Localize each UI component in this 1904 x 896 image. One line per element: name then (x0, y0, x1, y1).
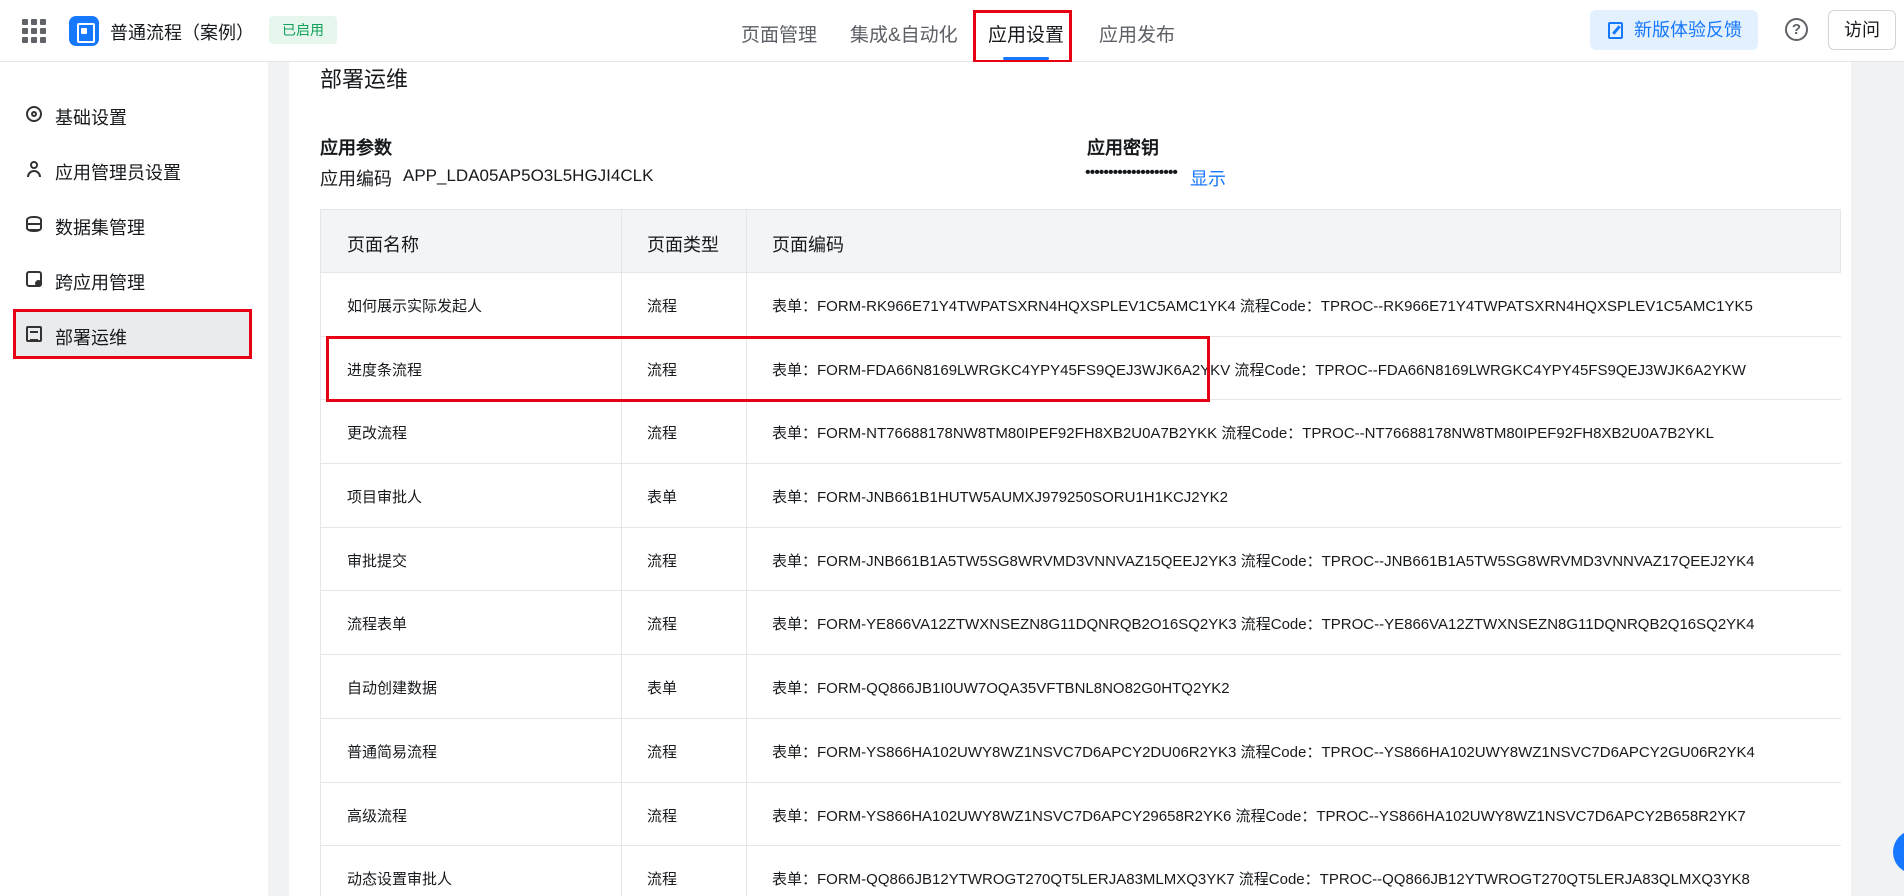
cell-page-code: 表单：FORM-NT76688178NW8TM80IPEF92FH8XB2U0A… (772, 425, 1715, 443)
tab-integration-automation[interactable]: 集成&自动化 (850, 20, 958, 47)
section-title: 部署运维 (320, 67, 409, 92)
cell-page-code: 表单：FORM-JNB661B1A5TW5SG8WRVMD3VNNVAZ15QE… (772, 552, 1755, 570)
cell-page-name: 更改流程 (347, 425, 408, 443)
scrollbar[interactable] (1883, 62, 1904, 896)
sidebar-item-label: 数据集管理 (55, 218, 145, 238)
cell-page-type: 表单 (647, 489, 678, 507)
cross-app-icon (26, 271, 42, 287)
cell-page-code: 表单：FORM-QQ866JB1I0UW7OQA35VFTBNL8NO82G0H… (772, 680, 1230, 698)
cell-page-type: 流程 (647, 871, 678, 889)
cell-page-type: 流程 (647, 552, 678, 570)
table-row: 如何展示实际发起人 流程 表单：FORM-RK966E71Y4TWPATSXRN4H… (320, 273, 1841, 337)
cell-page-name: 高级流程 (347, 807, 408, 825)
cell-page-name: 审批提交 (347, 552, 408, 570)
column-header-page-code: 页面编码 (772, 235, 844, 255)
feedback-button[interactable]: 新版体验反馈 (1590, 10, 1758, 50)
cell-page-type: 流程 (647, 298, 678, 315)
sidebar-item-dataset-management[interactable]: 数据集管理 (14, 201, 250, 247)
table-row: 流程表单 流程 表单：FORM-YE866VA12ZTWXNSEZN8G11DQNR… (320, 591, 1841, 656)
cell-page-name: 流程表单 (347, 616, 408, 634)
show-secret-link[interactable]: 显示 (1190, 165, 1226, 191)
column-header-page-name: 页面名称 (347, 235, 419, 255)
table-row: 审批提交 流程 表单：FORM-JNB661B1A5TW5SG8WRVMD3VNNV… (320, 527, 1841, 592)
column-header-page-type: 页面类型 (647, 235, 719, 255)
cell-page-name: 普通简易流程 (347, 743, 438, 761)
app-secret-mask: •••••••••••••••••••• (1085, 164, 1178, 181)
cell-page-name: 进度条流程 (347, 361, 423, 379)
app-params-label: 应用参数 (320, 138, 392, 158)
table-header: 页面名称 页面类型 页面编码 (320, 209, 1841, 273)
cell-page-type: 流程 (647, 361, 678, 379)
tab-app-settings[interactable]: 应用设置 (988, 20, 1064, 60)
table-row: 项目审批人 表单 表单：FORM-JNB661B1HUTW5AUMXJ979250S… (320, 464, 1841, 528)
table-body: 如何展示实际发起人 流程 表单：FORM-RK966E71Y4TWPATSXRN4H… (320, 273, 1841, 896)
cell-page-code: 表单：FORM-YS866HA102UWY8WZ1NSVC7D6APCY2DU0… (772, 743, 1755, 761)
page-table: 页面名称 页面类型 页面编码 如何展示实际发起人 流程 表单：FORM-RK966E… (320, 209, 1841, 896)
app-code-value: APP_LDA05AP5O3L5HGJI4CLK (403, 166, 654, 185)
deploy-icon (26, 326, 42, 342)
table-row: 进度条流程 流程 表单：FORM-FDA66N8169LWRGKC4YPY45FS9… (320, 336, 1841, 401)
app-grid-icon[interactable] (22, 19, 46, 43)
cell-page-type: 表单 (647, 680, 678, 698)
edit-icon (1608, 22, 1623, 39)
feedback-label: 新版体验反馈 (1634, 20, 1742, 40)
sidebar-item-admin-settings[interactable]: 应用管理员设置 (14, 146, 250, 192)
app-title: 普通流程（案例） (110, 23, 254, 43)
cell-page-type: 流程 (647, 616, 678, 634)
user-icon (26, 161, 42, 177)
status-badge: 已启用 (269, 16, 337, 44)
gear-icon (26, 106, 42, 122)
table-row: 高级流程 流程 表单：FORM-YS866HA102UWY8WZ1NSVC7D6AP… (320, 782, 1841, 847)
cell-page-type: 流程 (647, 425, 678, 443)
table-row: 自动创建数据 表单 表单：FORM-QQ866JB1I0UW7OQA35VFTBNL… (320, 655, 1841, 719)
cell-page-name: 自动创建数据 (347, 680, 438, 698)
cell-page-name: 如何展示实际发起人 (347, 298, 483, 315)
sidebar-item-cross-app-management[interactable]: 跨应用管理 (14, 256, 250, 302)
cell-page-code: 表单：FORM-YE866VA12ZTWXNSEZN8G11DQNRQB2O16… (772, 616, 1755, 634)
sidebar-item-label: 基础设置 (55, 108, 127, 128)
cell-page-name: 项目审批人 (347, 489, 423, 507)
app-logo-icon (69, 16, 99, 46)
cell-page-code: 表单：FORM-RK966E71Y4TWPATSXRN4HQXSPLEV1C5A… (772, 298, 1753, 315)
cell-page-type: 流程 (647, 743, 678, 761)
top-bar: 普通流程（案例） 已启用 页面管理 集成&自动化 应用设置 应用发布 新版体验反… (0, 0, 1904, 62)
cell-page-type: 流程 (647, 807, 678, 825)
sidebar-item-basic-settings[interactable]: 基础设置 (14, 91, 250, 137)
visit-button[interactable]: 访问 (1828, 10, 1896, 50)
cell-page-name: 动态设置审批人 (347, 871, 453, 889)
database-icon (26, 216, 42, 232)
cell-page-code: 表单：FORM-QQ866JB12YTWROGT270QT5LERJA83MLM… (772, 871, 1750, 889)
tab-app-publish[interactable]: 应用发布 (1099, 20, 1175, 47)
cell-page-code: 表单：FORM-FDA66N8169LWRGKC4YPY45FS9QEJ3WJK… (772, 361, 1746, 379)
sidebar-item-label: 跨应用管理 (55, 273, 145, 293)
app-code-label: 应用编码 (320, 169, 392, 189)
sidebar: 基础设置 应用管理员设置 数据集管理 跨应用管理 部署运维 (0, 62, 268, 896)
cell-page-code: 表单：FORM-YS866HA102UWY8WZ1NSVC7D6APCY2965… (772, 807, 1746, 825)
sidebar-item-deployment[interactable]: 部署运维 (14, 311, 250, 357)
help-icon[interactable]: ? (1785, 18, 1808, 41)
main-content: 部署运维 应用参数 应用编码 APP_LDA05AP5O3L5HGJI4CLK … (289, 62, 1851, 896)
sidebar-item-label: 应用管理员设置 (55, 163, 181, 183)
table-row: 更改流程 流程 表单：FORM-NT76688178NW8TM80IPEF92FH8… (320, 400, 1841, 465)
app-secret-label: 应用密钥 (1087, 138, 1159, 158)
table-row: 动态设置审批人 流程 表单：FORM-QQ866JB12YTWROGT270QT5L… (320, 846, 1841, 896)
tab-page-management[interactable]: 页面管理 (741, 20, 817, 47)
cell-page-code: 表单：FORM-JNB661B1HUTW5AUMXJ979250SORU1H1K… (772, 489, 1228, 507)
table-row: 普通简易流程 流程 表单：FORM-YS866HA102UWY8WZ1NSVC7D6… (320, 718, 1841, 783)
sidebar-item-label: 部署运维 (55, 328, 127, 348)
